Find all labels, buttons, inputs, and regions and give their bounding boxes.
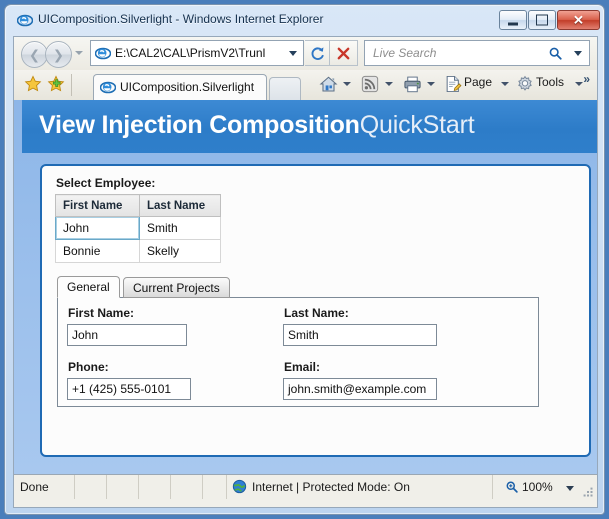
status-separator bbox=[226, 475, 227, 499]
first-name-label: First Name: bbox=[68, 306, 135, 320]
cell-first-name[interactable]: Bonnie bbox=[55, 239, 140, 263]
restore-glyph bbox=[536, 14, 548, 26]
close-icon: ✕ bbox=[573, 12, 584, 28]
tab-general[interactable]: General bbox=[57, 276, 120, 298]
page-title: View Injection CompositionQuickStart bbox=[39, 111, 475, 140]
chevron-down-icon[interactable] bbox=[343, 82, 351, 86]
chevron-down-icon[interactable] bbox=[501, 82, 509, 86]
resize-grip[interactable] bbox=[582, 486, 594, 498]
toolbar-separator bbox=[71, 74, 72, 96]
search-box[interactable]: Live Search bbox=[364, 40, 590, 66]
address-bar[interactable]: E:\CAL2\CAL\PrismV2\Trunl bbox=[90, 40, 304, 66]
status-text: Done bbox=[20, 480, 49, 494]
select-employee-label: Select Employee: bbox=[56, 176, 156, 190]
back-arrow-icon: ❮ bbox=[29, 47, 40, 62]
phone-label: Phone: bbox=[68, 360, 109, 374]
zoom-level[interactable]: 100% bbox=[522, 480, 553, 494]
detail-tab-strip: General Current Projects bbox=[57, 276, 552, 298]
recent-pages-dropdown-icon[interactable] bbox=[75, 51, 83, 55]
ie-logo-icon bbox=[95, 47, 111, 60]
internet-globe-icon bbox=[232, 479, 247, 494]
add-to-favorites-icon[interactable] bbox=[47, 75, 65, 93]
browser-tab[interactable]: UIComposition.Silverlight bbox=[93, 74, 267, 100]
close-icon bbox=[337, 47, 350, 60]
refresh-button[interactable] bbox=[305, 40, 330, 66]
favorites-star-icon[interactable] bbox=[24, 75, 42, 93]
first-name-field[interactable]: John bbox=[67, 324, 187, 346]
page-icon[interactable] bbox=[444, 75, 462, 93]
status-separator bbox=[492, 475, 493, 499]
table-row[interactable]: John Smith bbox=[55, 216, 221, 240]
status-separator bbox=[202, 475, 203, 499]
status-separator bbox=[74, 475, 75, 499]
title-bar: UIComposition.Silverlight - Windows Inte… bbox=[5, 5, 606, 36]
cell-first-name[interactable]: John bbox=[55, 216, 140, 240]
rss-feed-icon[interactable] bbox=[361, 75, 379, 93]
tab-bar: UIComposition.Silverlight Page Tools » bbox=[14, 70, 597, 101]
zoom-magnifier-icon[interactable] bbox=[505, 480, 519, 494]
chevron-down-icon[interactable] bbox=[575, 82, 583, 86]
chevron-down-icon[interactable] bbox=[289, 51, 297, 56]
window-title: UIComposition.Silverlight - Windows Inte… bbox=[38, 12, 324, 26]
stop-button[interactable] bbox=[330, 40, 358, 66]
security-zone-text: Internet | Protected Mode: On bbox=[252, 480, 410, 494]
minimize-button[interactable] bbox=[499, 10, 527, 30]
general-tab-panel: First Name: John Last Name: Smith Phone:… bbox=[57, 297, 539, 407]
tools-menu-label[interactable]: Tools bbox=[536, 75, 564, 89]
home-icon[interactable] bbox=[319, 75, 338, 94]
chevron-down-icon[interactable] bbox=[574, 51, 582, 56]
status-separator bbox=[106, 475, 107, 499]
close-button[interactable]: ✕ bbox=[557, 10, 600, 30]
tab-label: UIComposition.Silverlight bbox=[120, 80, 255, 94]
page-menu-label[interactable]: Page bbox=[464, 75, 492, 89]
new-tab-button[interactable] bbox=[269, 77, 301, 100]
column-header-last-name[interactable]: Last Name bbox=[139, 194, 221, 217]
browser-window: UIComposition.Silverlight - Windows Inte… bbox=[4, 4, 605, 515]
chevron-down-icon[interactable] bbox=[427, 82, 435, 86]
cell-last-name[interactable]: Smith bbox=[139, 216, 221, 240]
chevron-down-icon[interactable] bbox=[566, 486, 574, 491]
tab-current-projects[interactable]: Current Projects bbox=[123, 277, 230, 298]
forward-button[interactable]: ❯ bbox=[45, 41, 72, 68]
chevron-down-icon[interactable] bbox=[385, 82, 393, 86]
column-header-first-name[interactable]: First Name bbox=[55, 194, 140, 217]
email-label: Email: bbox=[284, 360, 321, 374]
phone-field[interactable]: +1 (425) 555-0101 bbox=[67, 378, 191, 400]
maximize-restore-button[interactable] bbox=[528, 10, 556, 30]
status-bar: Done Internet | Protected Mode: On 100% bbox=[14, 474, 597, 500]
ie-logo-icon bbox=[17, 14, 33, 27]
page-title-normal: QuickStart bbox=[359, 111, 475, 139]
ie-logo-icon bbox=[100, 81, 116, 94]
print-icon[interactable] bbox=[403, 75, 422, 94]
page-content: View Injection CompositionQuickStart Sel… bbox=[14, 100, 597, 474]
cell-last-name[interactable]: Skelly bbox=[139, 239, 221, 263]
search-input[interactable]: Live Search bbox=[373, 46, 436, 60]
minimize-glyph bbox=[508, 22, 518, 26]
last-name-field[interactable]: Smith bbox=[283, 324, 437, 346]
employee-grid[interactable]: First Name Last Name John Smith Bonnie S… bbox=[55, 194, 221, 263]
app-header: View Injection CompositionQuickStart bbox=[22, 100, 597, 153]
back-button[interactable]: ❮ bbox=[21, 41, 48, 68]
tools-gear-icon[interactable] bbox=[516, 75, 534, 93]
search-icon[interactable] bbox=[548, 46, 563, 61]
email-field[interactable]: john.smith@example.com bbox=[283, 378, 437, 400]
table-row[interactable]: Bonnie Skelly bbox=[55, 239, 221, 263]
grid-header-row: First Name Last Name bbox=[55, 194, 221, 217]
forward-arrow-icon: ❯ bbox=[53, 47, 64, 62]
navigation-bar: ❮ ❯ E:\CAL2\CAL\PrismV2\Trunl Live Searc… bbox=[14, 37, 597, 70]
last-name-label: Last Name: bbox=[284, 306, 349, 320]
page-title-bold: View Injection Composition bbox=[39, 111, 360, 139]
status-separator bbox=[138, 475, 139, 499]
refresh-icon bbox=[311, 47, 324, 60]
toolbar-overflow-icon[interactable]: » bbox=[583, 72, 590, 86]
app-panel: Select Employee: First Name Last Name Jo… bbox=[40, 164, 591, 457]
address-input[interactable]: E:\CAL2\CAL\PrismV2\Trunl bbox=[115, 46, 267, 60]
status-separator bbox=[170, 475, 171, 499]
